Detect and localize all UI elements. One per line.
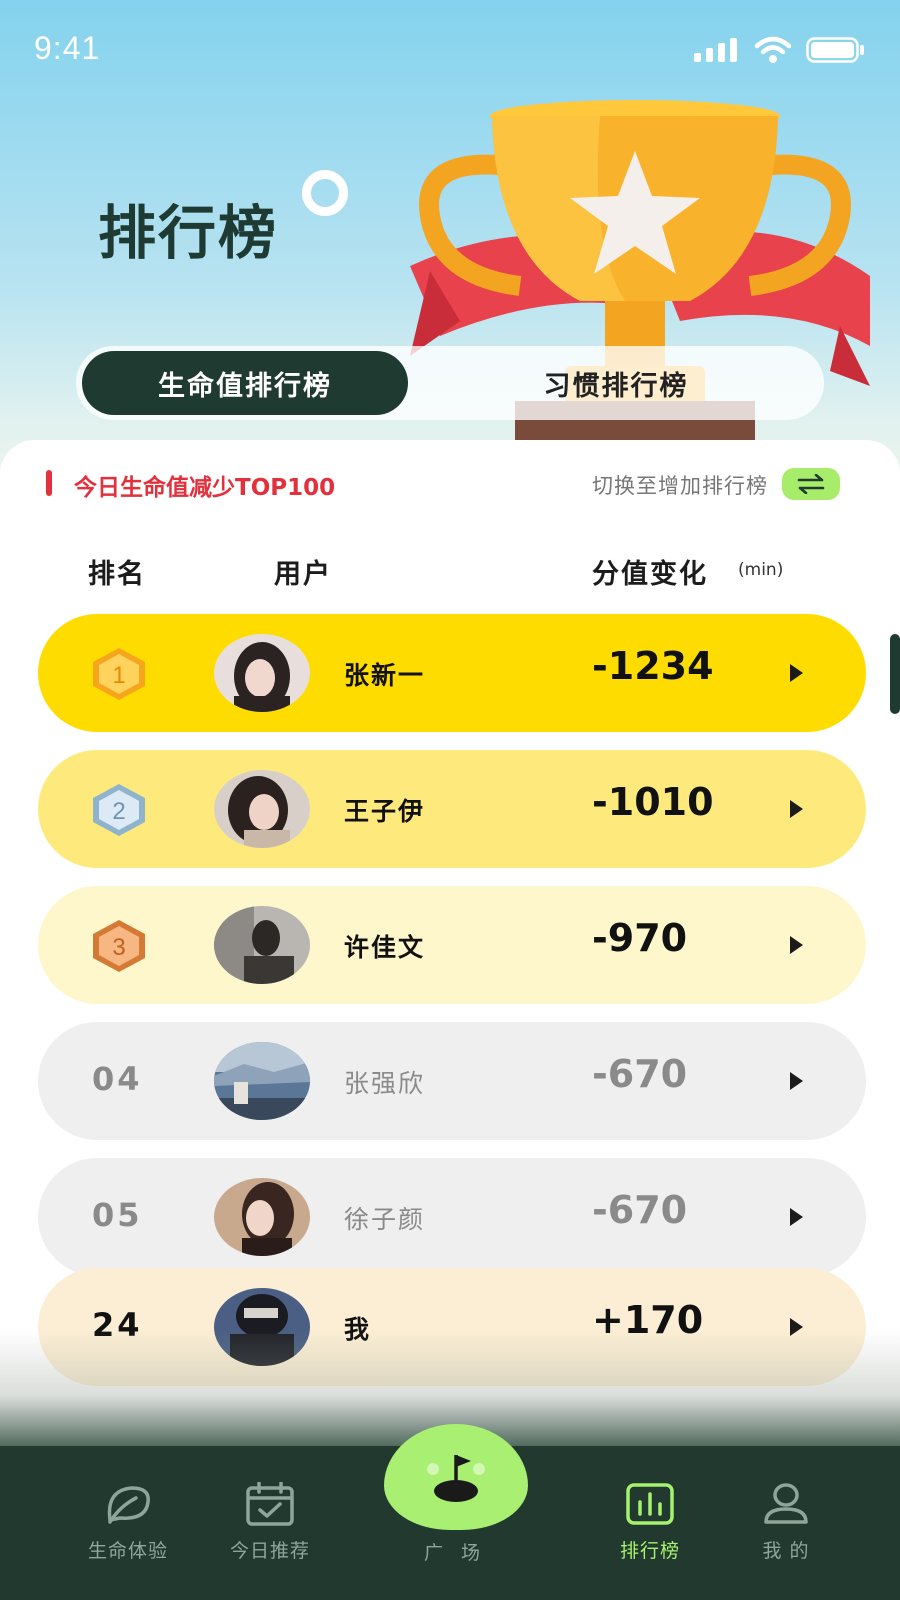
score-change: -670 — [592, 1188, 688, 1232]
column-user: 用户 — [274, 559, 332, 590]
silver-medal-icon: 2 — [93, 784, 145, 836]
list-title: 今日生命值减少TOP100 — [74, 475, 336, 501]
ranking-row[interactable]: 05 徐子颜 -670 — [38, 1158, 866, 1276]
swap-arrows-icon — [797, 474, 825, 494]
golf-flag-icon — [427, 1455, 485, 1502]
score-change: -970 — [592, 916, 688, 960]
list-header: 今日生命值减少TOP100 切换至增加排行榜 — [46, 468, 856, 504]
score-change: -670 — [592, 1052, 688, 1096]
column-score: 分值变化 — [592, 559, 708, 590]
column-headers: 排名 用户 分值变化 (min) — [0, 552, 900, 592]
bar-chart-icon — [626, 1483, 674, 1525]
page-title: 排行榜 — [98, 199, 279, 267]
status-time: 9:41 — [34, 30, 101, 66]
battery-icon — [806, 37, 864, 63]
column-score-unit: (min) — [738, 560, 784, 580]
play-icon[interactable] — [790, 664, 803, 682]
ranking-row[interactable]: 3 许佳文 -970 — [38, 886, 866, 1004]
tab-life-value[interactable]: 生命值排行榜 — [82, 351, 408, 415]
avatar[interactable] — [214, 1042, 310, 1120]
nav-label: 广 场 — [423, 1542, 487, 1564]
scrollbar[interactable] — [890, 634, 900, 714]
bronze-medal-icon: 3 — [93, 920, 145, 972]
avatar[interactable] — [214, 634, 310, 712]
username: 王子伊 — [344, 797, 426, 826]
avatar[interactable] — [214, 770, 310, 848]
play-icon[interactable] — [790, 1072, 803, 1090]
nav-label: 生命体验 — [87, 1540, 168, 1562]
column-rank: 排名 — [88, 559, 146, 590]
avatar[interactable] — [214, 1178, 310, 1256]
rank-number: 05 — [92, 1196, 143, 1234]
list-title-marker — [46, 470, 52, 496]
play-icon[interactable] — [790, 936, 803, 954]
nav-profile[interactable]: 我 的 — [726, 1482, 846, 1563]
title-decoration — [302, 170, 348, 216]
ranking-row[interactable]: 1 张新一 -1234 — [38, 614, 866, 732]
score-change: -1234 — [592, 644, 714, 688]
calendar-check-icon — [246, 1482, 294, 1526]
status-bar: 9:41 — [0, 0, 900, 100]
medal-rank-text: 3 — [112, 934, 125, 961]
score-change: -1010 — [592, 780, 714, 824]
signal-icon — [694, 38, 737, 62]
switch-ranking-button[interactable] — [782, 468, 840, 500]
medal-rank-text: 2 — [112, 798, 125, 825]
play-icon[interactable] — [790, 1208, 803, 1226]
leaf-icon — [107, 1486, 150, 1524]
gold-medal-icon: 1 — [93, 648, 145, 700]
nav-label: 排行榜 — [619, 1540, 680, 1562]
nav-life-experience[interactable]: 生命体验 — [68, 1482, 188, 1563]
status-icons — [694, 36, 866, 64]
nav-leaderboard[interactable]: 排行榜 — [590, 1482, 710, 1563]
tab-habit[interactable]: 习惯排行榜 — [408, 351, 824, 415]
username: 张强欣 — [344, 1069, 426, 1098]
username: 徐子颜 — [344, 1205, 426, 1234]
nav-label: 今日推荐 — [229, 1540, 310, 1562]
play-icon[interactable] — [790, 800, 803, 818]
username: 张新一 — [344, 661, 426, 690]
username: 许佳文 — [344, 933, 426, 962]
ranking-row[interactable]: 04 张强欣 -670 — [38, 1022, 866, 1140]
medal-rank-text: 1 — [112, 662, 125, 689]
user-icon — [764, 1483, 808, 1524]
ranking-row[interactable]: 2 王子伊 -1010 — [38, 750, 866, 868]
nav-today-recommend[interactable]: 今日推荐 — [210, 1482, 330, 1563]
wifi-icon — [754, 36, 792, 63]
avatar[interactable] — [214, 906, 310, 984]
switch-ranking-link[interactable]: 切换至增加排行榜 — [592, 470, 768, 500]
nav-label: 我 的 — [762, 1540, 810, 1562]
ranking-tabs: 生命值排行榜 习惯排行榜 — [76, 346, 824, 420]
rank-number: 04 — [92, 1060, 143, 1098]
